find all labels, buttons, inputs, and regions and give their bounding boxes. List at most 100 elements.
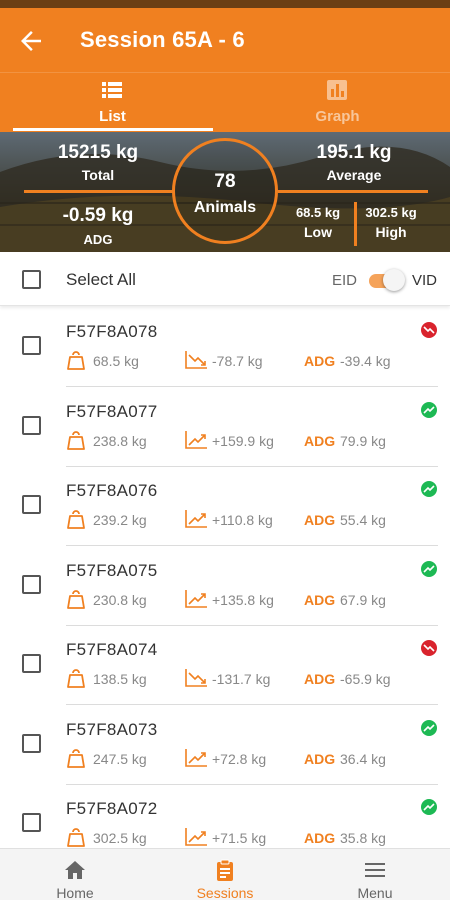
adg-label: ADG [83, 232, 113, 247]
animal-weight: 138.5 kg [93, 671, 147, 687]
tab-list[interactable]: List [0, 73, 225, 133]
animal-row[interactable]: F57F8A075 230.8 kg +135.8 kg ADG 67.9 kg [0, 547, 450, 627]
animal-id: F57F8A075 [66, 560, 158, 580]
animal-adg: 36.4 kg [340, 750, 386, 767]
toggle-thumb[interactable] [383, 269, 405, 291]
select-bar: Select All EID VID [0, 252, 450, 306]
animal-gain: +159.9 kg [212, 432, 274, 449]
weight-icon [66, 350, 86, 370]
low-value: 68.5 kg [295, 205, 341, 220]
animal-row[interactable]: F57F8A077 238.8 kg +159.9 kg ADG 79.9 kg [0, 388, 450, 468]
trend-down-chart-icon [184, 350, 208, 370]
row-checkbox[interactable] [22, 415, 41, 435]
animal-gain: -78.7 kg [212, 353, 263, 369]
trend-down-icon [421, 640, 437, 656]
total-value: 15215 kg [57, 142, 139, 163]
bottom-navigation: Home Sessions Menu [0, 848, 450, 900]
tab-list-label: List [99, 108, 126, 125]
status-bar [0, 0, 450, 8]
nav-home[interactable]: Home [0, 849, 150, 900]
clipboard-icon [217, 859, 233, 881]
weight-icon [66, 509, 86, 529]
total-label: Total [81, 167, 115, 183]
animal-id: F57F8A074 [66, 640, 158, 659]
tab-graph-label: Graph [315, 108, 360, 125]
animal-row[interactable]: F57F8A074 138.5 kg -131.7 kg ADG -65.9 kg [0, 626, 450, 706]
nav-menu[interactable]: Menu [300, 849, 450, 900]
home-icon [65, 861, 85, 879]
row-checkbox[interactable] [22, 813, 41, 832]
animal-weight: 247.5 kg [93, 750, 147, 767]
page-title: Session 65A - 6 [80, 27, 245, 52]
adg-key: ADG [304, 512, 336, 528]
average-label: Average [326, 167, 382, 183]
select-all-label[interactable]: Select All [66, 270, 136, 290]
animal-gain: +72.8 kg [212, 750, 267, 767]
trend-up-chart-icon [184, 430, 208, 450]
weight-icon [66, 589, 86, 609]
nav-home-label: Home [56, 885, 94, 900]
tab-graph[interactable]: Graph [225, 73, 450, 133]
weight-icon [66, 748, 86, 768]
animals-label: Animals [193, 199, 257, 216]
animal-weight: 68.5 kg [93, 353, 139, 369]
row-checkbox[interactable] [22, 733, 41, 753]
trend-up-icon [421, 401, 437, 418]
animal-gain: -131.7 kg [212, 671, 271, 687]
animal-weight: 239.2 kg [93, 512, 147, 528]
animal-id: F57F8A073 [66, 719, 158, 739]
trend-up-icon [421, 719, 437, 736]
animal-adg: 55.4 kg [340, 512, 386, 528]
low-label: Low [304, 224, 332, 240]
animals-count-badge: 78 Animals [172, 138, 278, 244]
adg-key: ADG [304, 591, 336, 608]
adg-key: ADG [304, 432, 336, 449]
back-arrow-icon[interactable] [16, 26, 46, 56]
high-label: High [375, 224, 407, 240]
row-checkbox[interactable] [22, 495, 41, 514]
animal-id: F57F8A072 [66, 799, 158, 818]
animal-gain: +71.5 kg [212, 830, 267, 846]
trend-up-chart-icon [184, 748, 208, 768]
row-checkbox[interactable] [22, 336, 41, 355]
vid-label: VID [412, 272, 438, 289]
animals-count: 78 [214, 171, 236, 192]
animal-row[interactable]: F57F8A076 239.2 kg +110.8 kg ADG 55.4 kg [0, 467, 450, 547]
adg-key: ADG [304, 830, 336, 846]
animal-adg: 79.9 kg [340, 432, 386, 449]
row-checkbox[interactable] [22, 654, 41, 673]
adg-key: ADG [304, 353, 336, 369]
animal-gain: +135.8 kg [212, 591, 274, 608]
weight-icon [66, 668, 86, 688]
adg-key: ADG [304, 750, 336, 767]
list-icon [102, 82, 122, 98]
weight-icon [66, 827, 86, 847]
app-bar: Session 65A - 6 [0, 8, 450, 72]
hamburger-menu-icon [365, 863, 385, 877]
summary-panel: 15215 kg Total 195.1 kg Average -0.59 kg… [0, 132, 450, 252]
row-checkbox[interactable] [22, 574, 41, 594]
bar-chart-icon [327, 80, 347, 100]
trend-down-icon [421, 322, 437, 338]
nav-sessions[interactable]: Sessions [150, 849, 300, 900]
animal-row[interactable]: F57F8A078 68.5 kg -78.7 kg ADG -39.4 kg [0, 308, 450, 388]
animal-weight: 302.5 kg [93, 830, 147, 846]
trend-up-chart-icon [184, 509, 208, 529]
trend-down-chart-icon [184, 668, 208, 688]
animal-adg: -39.4 kg [340, 353, 391, 369]
nav-sessions-label: Sessions [196, 885, 254, 900]
animal-adg: 35.8 kg [340, 830, 386, 846]
animal-id: F57F8A077 [66, 401, 158, 421]
trend-up-chart-icon [184, 589, 208, 609]
nav-menu-label: Menu [357, 885, 393, 900]
low-high-separator [354, 202, 357, 246]
trend-up-icon [421, 799, 437, 815]
view-tabs: List Graph [0, 72, 450, 132]
animal-row[interactable]: F57F8A073 247.5 kg +72.8 kg ADG 36.4 kg [0, 706, 450, 786]
divider-line-right [278, 190, 428, 193]
adg-value: -0.59 kg [62, 205, 134, 226]
high-value: 302.5 kg [365, 205, 417, 220]
divider-line-left [24, 190, 174, 193]
animal-adg: 67.9 kg [340, 591, 386, 608]
select-all-checkbox[interactable] [22, 270, 41, 289]
